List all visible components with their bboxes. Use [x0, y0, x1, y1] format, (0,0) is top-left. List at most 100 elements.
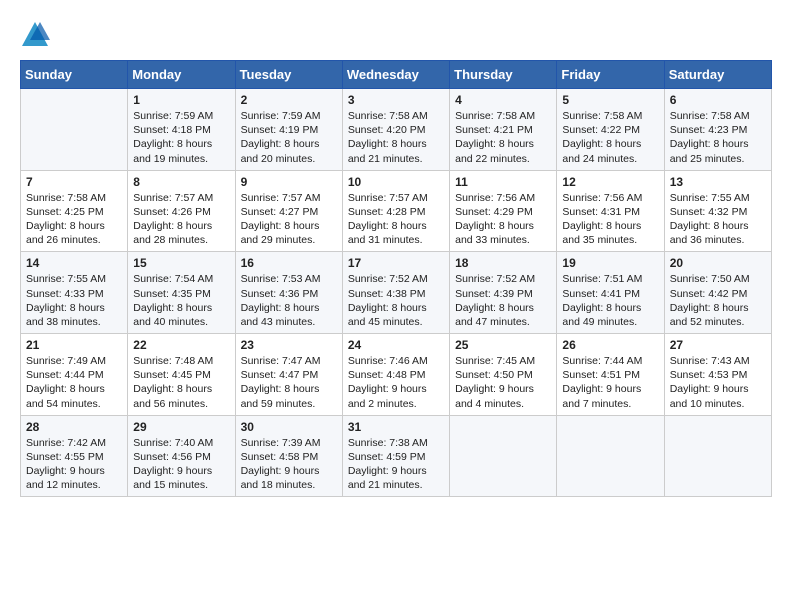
calendar-cell: 27 Sunrise: 7:43 AMSunset: 4:53 PMDayligh… [664, 334, 771, 416]
calendar-cell [21, 89, 128, 171]
calendar-cell: 20 Sunrise: 7:50 AMSunset: 4:42 PMDayligh… [664, 252, 771, 334]
day-info: Sunrise: 7:57 AMSunset: 4:27 PMDaylight:… [241, 191, 337, 248]
day-number: 13 [670, 175, 766, 189]
calendar-cell [664, 415, 771, 497]
calendar-cell [557, 415, 664, 497]
day-info: Sunrise: 7:38 AMSunset: 4:59 PMDaylight:… [348, 436, 444, 493]
day-info: Sunrise: 7:45 AMSunset: 4:50 PMDaylight:… [455, 354, 551, 411]
day-info: Sunrise: 7:53 AMSunset: 4:36 PMDaylight:… [241, 272, 337, 329]
calendar-header-row: SundayMondayTuesdayWednesdayThursdayFrid… [21, 61, 772, 89]
calendar-cell: 24 Sunrise: 7:46 AMSunset: 4:48 PMDayligh… [342, 334, 449, 416]
calendar-cell: 6 Sunrise: 7:58 AMSunset: 4:23 PMDaylight… [664, 89, 771, 171]
day-number: 6 [670, 93, 766, 107]
day-info: Sunrise: 7:48 AMSunset: 4:45 PMDaylight:… [133, 354, 229, 411]
calendar-cell: 10 Sunrise: 7:57 AMSunset: 4:28 PMDayligh… [342, 170, 449, 252]
calendar-cell: 7Sunrise: 7:58 AMSunset: 4:25 PMDaylight… [21, 170, 128, 252]
calendar-cell: 15 Sunrise: 7:54 AMSunset: 4:35 PMDayligh… [128, 252, 235, 334]
calendar-cell: 25 Sunrise: 7:45 AMSunset: 4:50 PMDayligh… [450, 334, 557, 416]
day-number: 22 [133, 338, 229, 352]
day-info: Sunrise: 7:47 AMSunset: 4:47 PMDaylight:… [241, 354, 337, 411]
day-number: 18 [455, 256, 551, 270]
calendar-cell: 8Sunrise: 7:57 AMSunset: 4:26 PMDaylight… [128, 170, 235, 252]
day-number: 10 [348, 175, 444, 189]
day-info: Sunrise: 7:50 AMSunset: 4:42 PMDaylight:… [670, 272, 766, 329]
calendar-cell: 30Sunrise: 7:39 AMSunset: 4:58 PMDayligh… [235, 415, 342, 497]
column-header-friday: Friday [557, 61, 664, 89]
calendar-cell: 29Sunrise: 7:40 AMSunset: 4:56 PMDayligh… [128, 415, 235, 497]
day-number: 2 [241, 93, 337, 107]
calendar-cell: 28 Sunrise: 7:42 AMSunset: 4:55 PMDayligh… [21, 415, 128, 497]
calendar-cell: 1Sunrise: 7:59 AMSunset: 4:18 PMDaylight… [128, 89, 235, 171]
column-header-wednesday: Wednesday [342, 61, 449, 89]
day-number: 3 [348, 93, 444, 107]
calendar-cell: 9 Sunrise: 7:57 AMSunset: 4:27 PMDaylight… [235, 170, 342, 252]
calendar-week-row: 14 Sunrise: 7:55 AMSunset: 4:33 PMDayligh… [21, 252, 772, 334]
day-info: Sunrise: 7:42 AMSunset: 4:55 PMDaylight:… [26, 436, 122, 493]
day-info: Sunrise: 7:58 AMSunset: 4:25 PMDaylight:… [26, 191, 122, 248]
day-info: Sunrise: 7:58 AMSunset: 4:20 PMDaylight:… [348, 109, 444, 166]
day-number: 9 [241, 175, 337, 189]
day-number: 29 [133, 420, 229, 434]
logo [20, 20, 54, 50]
day-number: 12 [562, 175, 658, 189]
day-info: Sunrise: 7:56 AMSunset: 4:29 PMDaylight:… [455, 191, 551, 248]
day-number: 26 [562, 338, 658, 352]
day-info: Sunrise: 7:54 AMSunset: 4:35 PMDaylight:… [133, 272, 229, 329]
day-info: Sunrise: 7:59 AMSunset: 4:19 PMDaylight:… [241, 109, 337, 166]
day-info: Sunrise: 7:56 AMSunset: 4:31 PMDaylight:… [562, 191, 658, 248]
day-info: Sunrise: 7:52 AMSunset: 4:39 PMDaylight:… [455, 272, 551, 329]
day-info: Sunrise: 7:58 AMSunset: 4:23 PMDaylight:… [670, 109, 766, 166]
day-info: Sunrise: 7:55 AMSunset: 4:33 PMDaylight:… [26, 272, 122, 329]
day-number: 23 [241, 338, 337, 352]
calendar-cell: 22 Sunrise: 7:48 AMSunset: 4:45 PMDayligh… [128, 334, 235, 416]
day-number: 25 [455, 338, 551, 352]
calendar-week-row: 28 Sunrise: 7:42 AMSunset: 4:55 PMDayligh… [21, 415, 772, 497]
logo-icon [20, 20, 50, 50]
calendar-table: SundayMondayTuesdayWednesdayThursdayFrid… [20, 60, 772, 497]
calendar-week-row: 21 Sunrise: 7:49 AMSunset: 4:44 PMDayligh… [21, 334, 772, 416]
day-number: 27 [670, 338, 766, 352]
day-info: Sunrise: 7:44 AMSunset: 4:51 PMDaylight:… [562, 354, 658, 411]
day-info: Sunrise: 7:59 AMSunset: 4:18 PMDaylight:… [133, 109, 229, 166]
calendar-cell: 3 Sunrise: 7:58 AMSunset: 4:20 PMDaylight… [342, 89, 449, 171]
calendar-cell: 21 Sunrise: 7:49 AMSunset: 4:44 PMDayligh… [21, 334, 128, 416]
calendar-cell: 4 Sunrise: 7:58 AMSunset: 4:21 PMDaylight… [450, 89, 557, 171]
day-info: Sunrise: 7:51 AMSunset: 4:41 PMDaylight:… [562, 272, 658, 329]
day-number: 20 [670, 256, 766, 270]
calendar-cell: 26 Sunrise: 7:44 AMSunset: 4:51 PMDayligh… [557, 334, 664, 416]
day-info: Sunrise: 7:49 AMSunset: 4:44 PMDaylight:… [26, 354, 122, 411]
calendar-cell: 2 Sunrise: 7:59 AMSunset: 4:19 PMDaylight… [235, 89, 342, 171]
day-number: 8 [133, 175, 229, 189]
calendar-cell: 17Sunrise: 7:52 AMSunset: 4:38 PMDayligh… [342, 252, 449, 334]
day-info: Sunrise: 7:43 AMSunset: 4:53 PMDaylight:… [670, 354, 766, 411]
day-number: 17 [348, 256, 444, 270]
day-number: 5 [562, 93, 658, 107]
day-number: 14 [26, 256, 122, 270]
day-info: Sunrise: 7:55 AMSunset: 4:32 PMDaylight:… [670, 191, 766, 248]
day-number: 16 [241, 256, 337, 270]
calendar-cell: 5 Sunrise: 7:58 AMSunset: 4:22 PMDaylight… [557, 89, 664, 171]
day-number: 21 [26, 338, 122, 352]
day-info: Sunrise: 7:46 AMSunset: 4:48 PMDaylight:… [348, 354, 444, 411]
calendar-week-row: 1Sunrise: 7:59 AMSunset: 4:18 PMDaylight… [21, 89, 772, 171]
calendar-cell [450, 415, 557, 497]
day-info: Sunrise: 7:39 AMSunset: 4:58 PMDaylight:… [241, 436, 337, 493]
calendar-week-row: 7Sunrise: 7:58 AMSunset: 4:25 PMDaylight… [21, 170, 772, 252]
day-number: 4 [455, 93, 551, 107]
day-number: 11 [455, 175, 551, 189]
day-info: Sunrise: 7:58 AMSunset: 4:21 PMDaylight:… [455, 109, 551, 166]
calendar-cell: 16 Sunrise: 7:53 AMSunset: 4:36 PMDayligh… [235, 252, 342, 334]
calendar-cell: 23 Sunrise: 7:47 AMSunset: 4:47 PMDayligh… [235, 334, 342, 416]
calendar-cell: 31Sunrise: 7:38 AMSunset: 4:59 PMDayligh… [342, 415, 449, 497]
day-info: Sunrise: 7:57 AMSunset: 4:28 PMDaylight:… [348, 191, 444, 248]
calendar-cell: 11 Sunrise: 7:56 AMSunset: 4:29 PMDayligh… [450, 170, 557, 252]
calendar-cell: 14 Sunrise: 7:55 AMSunset: 4:33 PMDayligh… [21, 252, 128, 334]
day-number: 24 [348, 338, 444, 352]
column-header-thursday: Thursday [450, 61, 557, 89]
day-number: 28 [26, 420, 122, 434]
calendar-cell: 19Sunrise: 7:51 AMSunset: 4:41 PMDayligh… [557, 252, 664, 334]
calendar-cell: 12 Sunrise: 7:56 AMSunset: 4:31 PMDayligh… [557, 170, 664, 252]
day-number: 15 [133, 256, 229, 270]
day-info: Sunrise: 7:58 AMSunset: 4:22 PMDaylight:… [562, 109, 658, 166]
column-header-saturday: Saturday [664, 61, 771, 89]
